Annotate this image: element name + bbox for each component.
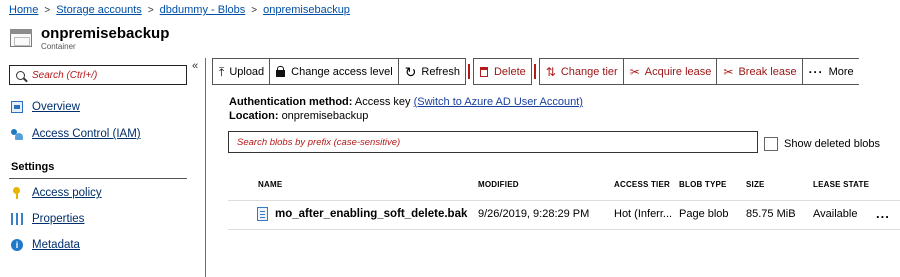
show-deleted-label: Show deleted blobs [784, 138, 881, 150]
auth-method: Authentication method: Access key (Switc… [229, 96, 583, 108]
sidebar-item-label: Access policy [32, 187, 102, 199]
ellipsis-icon: ··· [808, 64, 824, 79]
sidebar-search-input[interactable]: Search (Ctrl+/) [9, 65, 187, 85]
column-header-modified[interactable]: MODIFIED [478, 180, 519, 189]
show-deleted-toggle[interactable]: Show deleted blobs [764, 137, 880, 151]
container-icon [10, 29, 32, 47]
acquire-lease-button[interactable]: ✂ Acquire lease [622, 58, 717, 85]
upload-icon: ⤒ [219, 64, 225, 79]
auth-method-label: Authentication method: [229, 96, 353, 108]
blob-size: 85.75 MiB [746, 208, 796, 220]
row-more-button[interactable]: ... [876, 206, 890, 221]
overview-icon [11, 101, 23, 113]
lock-icon [276, 66, 286, 77]
sidebar: Search (Ctrl+/) Overview Access Control … [0, 58, 206, 277]
delete-label: Delete [493, 65, 526, 78]
location-value: onpremisebackup [281, 110, 369, 122]
section-divider [9, 178, 187, 179]
refresh-label: Refresh [421, 65, 460, 78]
sidebar-item-overview[interactable]: Overview [11, 98, 80, 116]
blob-type: Page blob [679, 208, 729, 220]
sidebar-search-placeholder: Search (Ctrl+/) [32, 69, 98, 81]
auth-method-value: Access key [354, 96, 411, 108]
delete-button[interactable]: Delete [472, 58, 531, 85]
breadcrumb-home[interactable]: Home [9, 4, 38, 16]
page-header: onpremisebackup Container [10, 24, 169, 52]
page-title: onpremisebackup [41, 25, 170, 42]
location: Location: onpremisebackup [229, 110, 368, 122]
breadcrumb-container[interactable]: onpremisebackup [263, 4, 350, 16]
column-header-lease-state[interactable]: LEASE STATE [813, 180, 869, 189]
change-access-level-label: Change access level [291, 65, 393, 78]
command-bar: ⤒ Upload Change access level ↻ Refresh D… [212, 58, 900, 85]
sidebar-item-label: Overview [32, 101, 80, 113]
blob-search-input[interactable]: Search blobs by prefix (case-sensitive) [228, 131, 758, 153]
break-lease-button[interactable]: ✂ Break lease [716, 58, 802, 85]
more-button[interactable]: ··· More [801, 58, 859, 85]
sidebar-item-access-policy[interactable]: Access policy [11, 184, 102, 202]
break-lease-icon: ✂ [723, 64, 734, 79]
blob-modified: 9/26/2019, 9:28:29 PM [478, 208, 590, 220]
sidebar-item-label: Properties [32, 213, 85, 225]
info-icon: i [11, 239, 23, 251]
sidebar-item-label: Access Control (IAM) [32, 128, 141, 140]
column-header-blob-type[interactable]: BLOB TYPE [679, 180, 727, 189]
breadcrumb-separator: > [147, 4, 154, 16]
more-label: More [828, 65, 854, 78]
trash-icon [479, 66, 488, 77]
breadcrumb-blobs[interactable]: dbdummy - Blobs [160, 4, 246, 16]
blob-lease-state: Available [813, 208, 858, 220]
location-label: Location: [229, 110, 279, 122]
column-header-name[interactable]: NAME [258, 180, 282, 189]
column-header-size[interactable]: SIZE [746, 180, 765, 189]
page-subtitle: Container [41, 42, 76, 51]
blob-search-placeholder: Search blobs by prefix (case-sensitive) [237, 136, 401, 148]
change-tier-label: Change tier [560, 65, 618, 78]
column-header-access-tier[interactable]: ACCESS TIER [614, 180, 670, 189]
breadcrumb-storage-accounts[interactable]: Storage accounts [56, 4, 142, 16]
sidebar-item-access-control[interactable]: Access Control (IAM) [11, 125, 141, 143]
file-icon [257, 207, 268, 221]
sidebar-item-properties[interactable]: Properties [11, 210, 84, 228]
upload-label: Upload [229, 65, 265, 78]
refresh-button[interactable]: ↻ Refresh [397, 58, 465, 85]
key-icon [11, 187, 23, 199]
properties-icon [11, 213, 23, 225]
toolbar-separator [530, 58, 539, 85]
refresh-icon: ↻ [404, 63, 417, 80]
acquire-lease-label: Acquire lease [644, 65, 712, 78]
breadcrumb-separator: > [44, 4, 51, 16]
upload-button[interactable]: ⤒ Upload [212, 58, 270, 85]
search-icon [16, 70, 25, 80]
breadcrumb: Home > Storage accounts > dbdummy - Blob… [9, 2, 350, 18]
blob-name[interactable]: mo_after_enabling_soft_delete.bak [275, 208, 467, 220]
change-access-level-button[interactable]: Change access level [269, 58, 398, 85]
people-icon [11, 128, 23, 140]
blob-access-tier: Hot (Inferr... [614, 208, 673, 220]
change-tier-icon: ⇅ [545, 64, 556, 79]
sidebar-item-label: Metadata [32, 239, 80, 251]
settings-section-header: Settings [11, 161, 55, 173]
toolbar-separator [464, 58, 473, 85]
collapse-sidebar-button[interactable]: « [192, 60, 198, 72]
lease-icon: ✂ [629, 64, 640, 79]
breadcrumb-separator: > [251, 4, 258, 16]
sidebar-item-metadata[interactable]: i Metadata [11, 236, 80, 254]
break-lease-label: Break lease [738, 65, 797, 78]
switch-auth-link[interactable]: (Switch to Azure AD User Account) [414, 96, 583, 108]
change-tier-button[interactable]: ⇅ Change tier [538, 58, 623, 85]
show-deleted-checkbox[interactable] [764, 137, 778, 151]
